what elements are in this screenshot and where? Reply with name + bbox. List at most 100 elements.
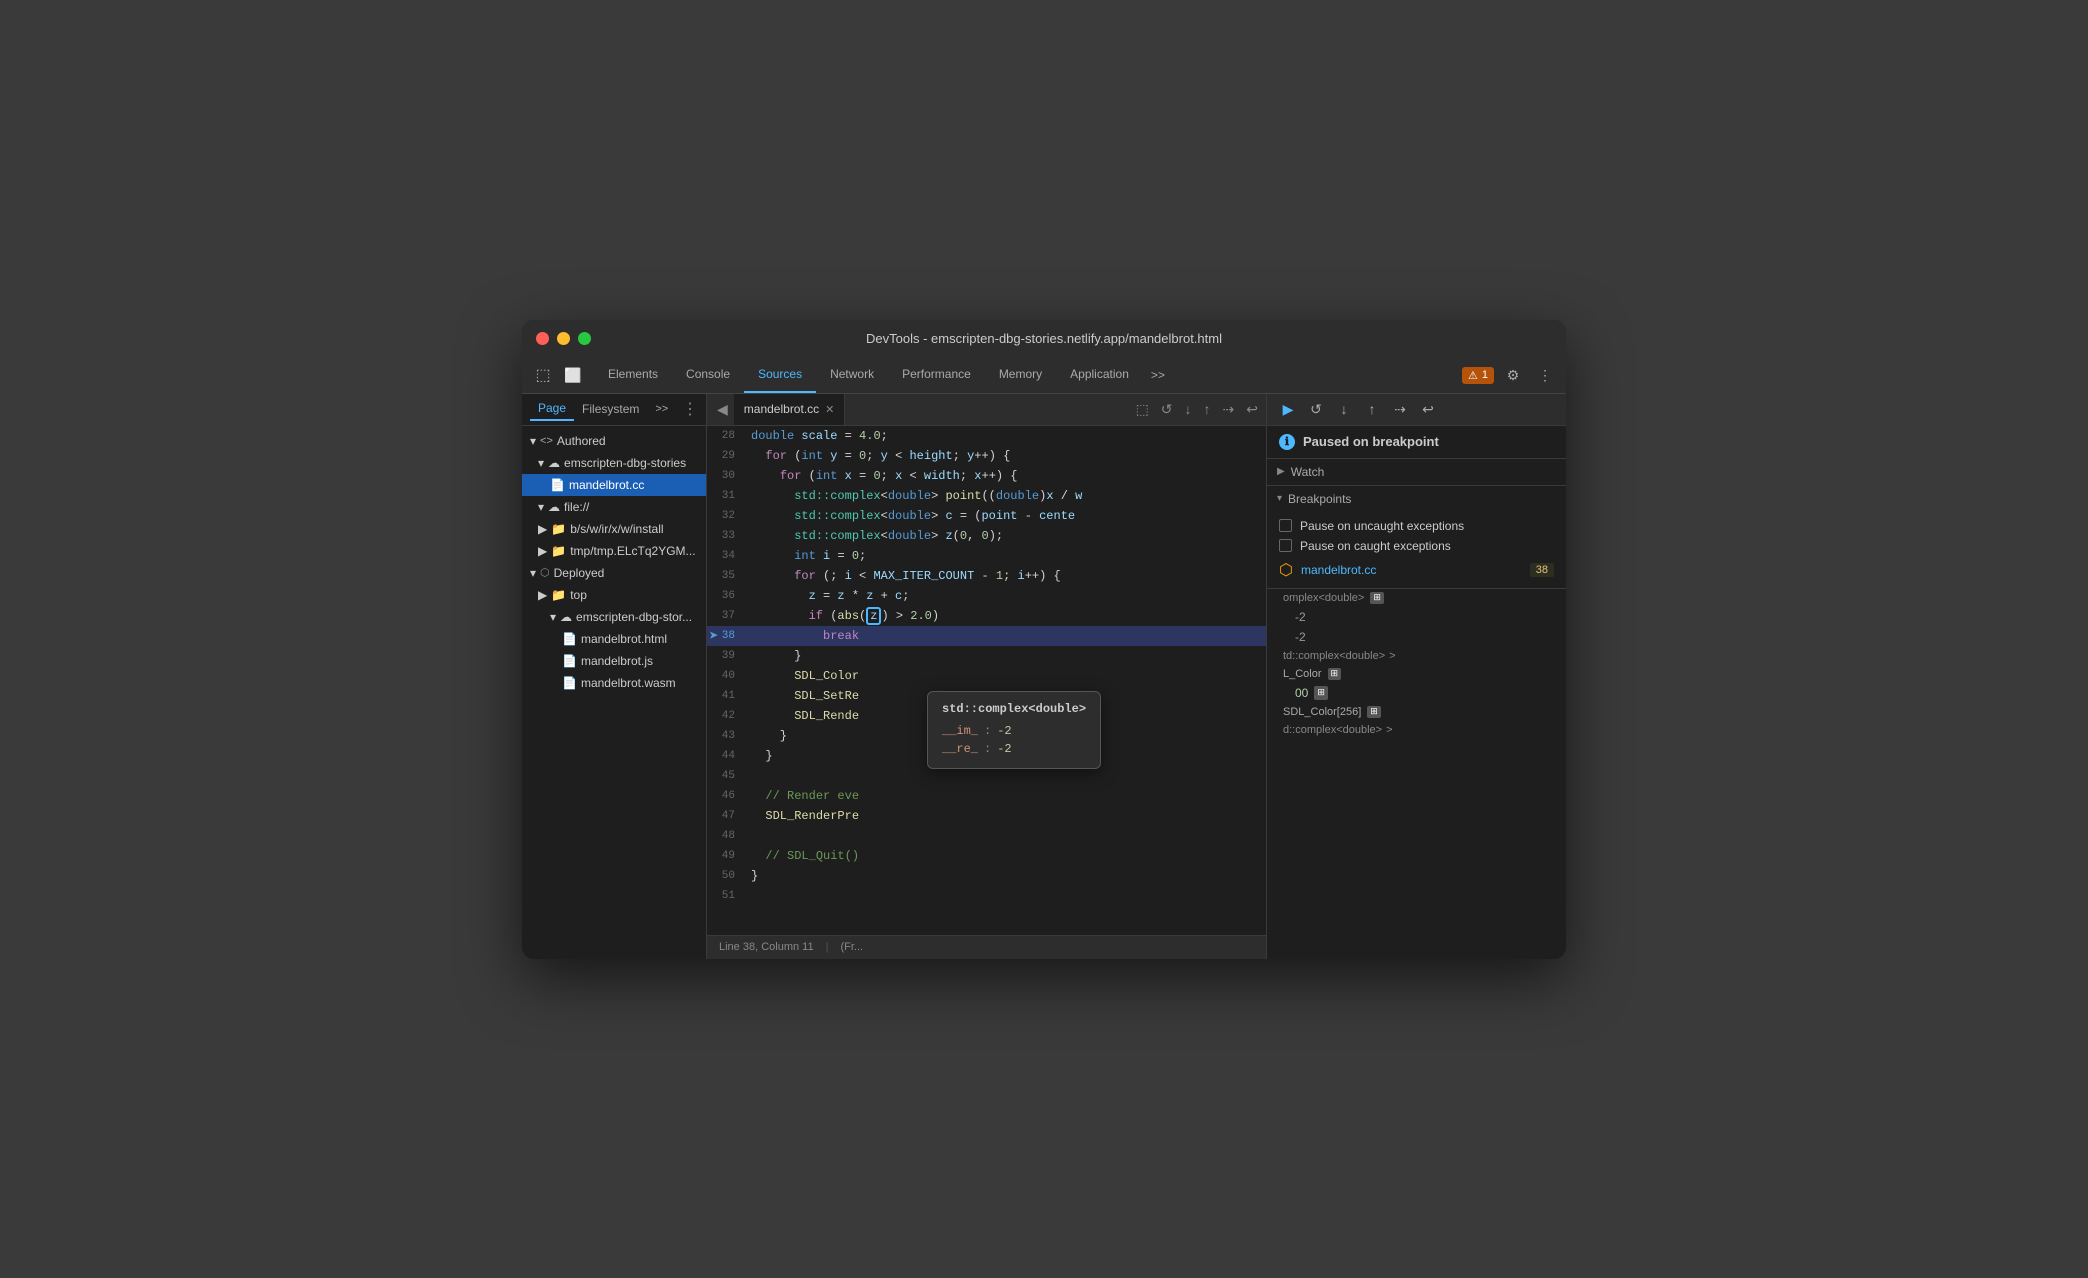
expand-icon: ▶ — [538, 522, 547, 536]
tree-item-top[interactable]: ▶ 📁 top — [522, 584, 706, 606]
tab-console[interactable]: Console — [672, 358, 744, 393]
tooltip-type: std::complex<double> — [942, 702, 1086, 716]
sidebar-tabs: Page Filesystem >> ⋮ — [522, 394, 706, 426]
pause-caught-item: Pause on caught exceptions — [1267, 536, 1566, 556]
tree-item-mandelbrot-html[interactable]: 📄 mandelbrot.html — [522, 628, 706, 650]
scope-item-2: td::complex<double> > — [1267, 647, 1566, 665]
file-tab-close[interactable]: ✕ — [825, 403, 834, 416]
minimize-button[interactable] — [557, 332, 570, 345]
scope-panel: omplex<double> ⊞ -2 -2 td::complex<doubl… — [1267, 589, 1566, 959]
tree-item-authored[interactable]: ▾ <> Authored — [522, 430, 706, 452]
center-panel: ◀ mandelbrot.cc ✕ ⬚ ↺ ↓ ↑ ⇢ ↩ 28 — [707, 394, 1266, 959]
file-icon: 📄 — [562, 676, 577, 690]
breakpoints-chevron: ▾ — [1277, 493, 1282, 504]
close-button[interactable] — [536, 332, 549, 345]
tab-network[interactable]: Network — [816, 358, 888, 393]
file-icon: 📄 — [550, 478, 565, 492]
expand-icon: ▾ — [530, 434, 536, 448]
scope-type-pill-2: ⊞ — [1328, 668, 1342, 680]
scope-type-pill-1: ⊞ — [1370, 592, 1384, 604]
file-tab-name: mandelbrot.cc — [744, 402, 819, 416]
sidebar: Page Filesystem >> ⋮ ▾ <> Authored ▾ ☁ e… — [522, 394, 707, 959]
deactivate-button[interactable]: ↩ — [1415, 396, 1441, 422]
tree-item-tmp[interactable]: ▶ 📁 tmp/tmp.ELcTq2YGM... — [522, 540, 706, 562]
step-button[interactable]: ⇢ — [1387, 396, 1413, 422]
code-line-33: 33 std::complex<double> z(0, 0); — [707, 526, 1266, 546]
tooltip-val-re: -2 — [997, 742, 1011, 756]
warning-badge[interactable]: ⚠ 1 — [1462, 367, 1494, 384]
tab-performance[interactable]: Performance — [888, 358, 985, 393]
file-tab-nav-left[interactable]: ◀ — [711, 394, 734, 425]
frame-info-status: (Fr... — [840, 941, 863, 953]
scroll-up-icon[interactable]: ↑ — [1200, 401, 1215, 417]
code-line-28: 28 double scale = 4.0; — [707, 426, 1266, 446]
sidebar-menu-icon[interactable]: ⋮ — [682, 399, 698, 419]
code-area[interactable]: 28 double scale = 4.0; 29 for (int y = 0… — [707, 426, 1266, 935]
watch-label: Watch — [1291, 465, 1325, 479]
tab-memory[interactable]: Memory — [985, 358, 1056, 393]
line-col-status: Line 38, Column 11 — [719, 941, 814, 953]
code-line-35: 35 for (; i < MAX_ITER_COUNT - 1; i++) { — [707, 566, 1266, 586]
bracket-icon: <> — [540, 435, 553, 447]
traffic-lights — [536, 332, 591, 345]
pause-uncaught-item: Pause on uncaught exceptions — [1267, 516, 1566, 536]
tree-item-file-proto[interactable]: ▾ ☁ file:// — [522, 496, 706, 518]
code-line-51: 51 — [707, 886, 1266, 906]
code-line-49: 49 // SDL_Quit() — [707, 846, 1266, 866]
expand-icon: ▾ — [538, 500, 544, 514]
code-line-31: 31 std::complex<double> point((double)x … — [707, 486, 1266, 506]
tab-more-button[interactable]: >> — [1143, 358, 1173, 393]
file-icon: 📄 — [562, 654, 577, 668]
breakpoint-file-row[interactable]: ⬡ mandelbrot.cc 38 — [1267, 556, 1566, 584]
step-icon[interactable]: ⇢ — [1219, 401, 1239, 418]
debug-toolbar: ▶ ↺ ↓ ↑ ⇢ ↩ — [1267, 394, 1566, 426]
code-line-46: 46 // Render eve — [707, 786, 1266, 806]
tree-item-mandelbrot-js[interactable]: 📄 mandelbrot.js — [522, 650, 706, 672]
code-line-45: 45 — [707, 766, 1266, 786]
refresh-icon[interactable]: ↺ — [1157, 401, 1177, 418]
paused-message: Paused on breakpoint — [1303, 434, 1439, 449]
tab-sources[interactable]: Sources — [744, 358, 816, 393]
scroll-down-icon[interactable]: ↓ — [1181, 401, 1196, 417]
step-over-button[interactable]: ↺ — [1303, 396, 1329, 422]
step-into-button[interactable]: ↓ — [1331, 396, 1357, 422]
variable-tooltip: std::complex<double> __im_ : -2 __re_ : … — [927, 691, 1101, 769]
settings-icon[interactable]: ⚙ — [1500, 362, 1526, 388]
expand-icon: ▾ — [550, 610, 556, 624]
tree-item-cloud-emscripten[interactable]: ▾ ☁ emscripten-dbg-stories — [522, 452, 706, 474]
device-icon[interactable]: ⬜ — [560, 362, 586, 388]
code-line-50: 50 } — [707, 866, 1266, 886]
tree-item-deployed[interactable]: ▾ ⬡ Deployed — [522, 562, 706, 584]
pause-uncaught-checkbox[interactable] — [1279, 519, 1292, 532]
paused-banner: ℹ Paused on breakpoint — [1267, 426, 1566, 459]
scope-item-3: L_Color ⊞ — [1267, 665, 1566, 683]
step-out-button[interactable]: ↑ — [1359, 396, 1385, 422]
expand-icon: ▶ — [538, 588, 547, 602]
pause-caught-checkbox[interactable] — [1279, 539, 1292, 552]
sidebar-tab-filesystem[interactable]: Filesystem — [574, 398, 647, 420]
tree-item-cloud-emscripten2[interactable]: ▾ ☁ emscripten-dbg-stor... — [522, 606, 706, 628]
scope-item-6: d::complex<double> > — [1267, 721, 1566, 739]
maximize-button[interactable] — [578, 332, 591, 345]
sidebar-tab-more[interactable]: >> — [647, 403, 676, 415]
tab-elements[interactable]: Elements — [594, 358, 672, 393]
watch-header[interactable]: ▶ Watch — [1267, 459, 1566, 485]
tree-item-mandelbrot-cc[interactable]: 📄 mandelbrot.cc — [522, 474, 706, 496]
tab-application[interactable]: Application — [1056, 358, 1143, 393]
status-bar: Line 38, Column 11 | (Fr... — [707, 935, 1266, 959]
tree-item-mandelbrot-wasm[interactable]: 📄 mandelbrot.wasm — [522, 672, 706, 694]
watch-section: ▶ Watch — [1267, 459, 1566, 486]
return-icon[interactable]: ↩ — [1242, 401, 1262, 418]
code-line-38: ➤ 38 break — [707, 626, 1266, 646]
inspect-icon[interactable]: ⬚ — [530, 362, 556, 388]
resume-button[interactable]: ▶ — [1275, 396, 1301, 422]
sidebar-tab-page[interactable]: Page — [530, 397, 574, 421]
more-menu-icon[interactable]: ⋮ — [1532, 362, 1558, 388]
tree-item-install[interactable]: ▶ 📁 b/s/w/ir/x/w/install — [522, 518, 706, 540]
breakpoints-header[interactable]: ▾ Breakpoints — [1267, 486, 1566, 512]
devtools-window: DevTools - emscripten-dbg-stories.netlif… — [522, 320, 1566, 959]
code-line-32: 32 std::complex<double> c = (point - cen… — [707, 506, 1266, 526]
devtools-tabbar: ⬚ ⬜ Elements Console Sources Network Per… — [522, 358, 1566, 394]
format-icon[interactable]: ⬚ — [1132, 401, 1153, 418]
file-tab-mandelbrot-cc[interactable]: mandelbrot.cc ✕ — [734, 394, 846, 425]
